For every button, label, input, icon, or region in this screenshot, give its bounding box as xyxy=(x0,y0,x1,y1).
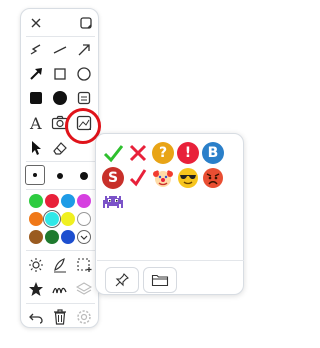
maximize-icon[interactable] xyxy=(75,12,97,34)
color-swatch-cyan[interactable] xyxy=(43,210,61,228)
undo-icon[interactable] xyxy=(25,306,47,328)
color-swatch-white[interactable] xyxy=(77,212,91,226)
filled-ellipse-icon[interactable] xyxy=(49,87,71,109)
line-icon[interactable] xyxy=(49,39,71,61)
text-icon[interactable]: A xyxy=(25,112,47,134)
stamp-clown[interactable] xyxy=(152,167,174,189)
pin-button[interactable] xyxy=(105,267,139,293)
arrow-icon[interactable] xyxy=(73,39,95,61)
color-swatch-orange[interactable] xyxy=(29,212,43,226)
stamp-red-cross[interactable] xyxy=(127,142,149,164)
stamp-exclamation[interactable]: ! xyxy=(177,142,199,164)
stamp-green-check[interactable] xyxy=(102,142,124,164)
filled-rectangle-icon[interactable] xyxy=(25,87,47,109)
filled-arrow-icon[interactable] xyxy=(25,63,47,85)
stamp-alien-monster[interactable] xyxy=(102,191,124,213)
stamp-question[interactable]: ? xyxy=(152,142,174,164)
size-large-option[interactable] xyxy=(73,165,95,187)
stamp-panel: ? ! B S xyxy=(95,133,244,295)
color-swatch-yellow[interactable] xyxy=(61,212,75,226)
star-icon[interactable] xyxy=(25,278,47,300)
rectangle-icon[interactable] xyxy=(49,63,71,85)
drawing-toolbar: A xyxy=(20,8,99,328)
stamp-red-check[interactable] xyxy=(127,167,149,189)
svg-text:A: A xyxy=(29,114,42,132)
color-swatch-magenta[interactable] xyxy=(77,194,91,208)
color-swatch-red[interactable] xyxy=(45,194,59,208)
panel-divider xyxy=(97,260,244,261)
trash-icon[interactable] xyxy=(49,306,71,328)
brush-icon[interactable] xyxy=(49,278,71,300)
folder-button[interactable] xyxy=(143,267,177,293)
close-icon[interactable] xyxy=(25,12,47,34)
ellipse-icon[interactable] xyxy=(73,63,95,85)
color-swatch-blue[interactable] xyxy=(61,194,75,208)
highlighter-icon[interactable] xyxy=(25,254,47,276)
stamp-angry[interactable] xyxy=(202,167,224,189)
folder-icon xyxy=(151,274,169,287)
layers-icon xyxy=(73,278,95,300)
pen-icon[interactable] xyxy=(49,254,71,276)
color-swatch-brown[interactable] xyxy=(29,230,43,244)
stamp-b-badge[interactable]: B xyxy=(202,142,224,164)
pointer-icon[interactable] xyxy=(25,137,47,159)
stamp-sunglasses[interactable] xyxy=(177,167,199,189)
freehand-icon[interactable] xyxy=(25,39,47,61)
size-medium-option[interactable] xyxy=(49,165,71,187)
stamp-s-badge[interactable]: S xyxy=(102,167,124,189)
size-small-option[interactable] xyxy=(25,165,45,185)
select-icon[interactable] xyxy=(73,254,95,276)
settings-icon xyxy=(73,306,95,328)
color-more-button[interactable] xyxy=(75,228,93,246)
color-swatch-dark-green[interactable] xyxy=(45,230,59,244)
color-swatch-green[interactable] xyxy=(29,194,43,208)
color-swatch-dark-blue[interactable] xyxy=(61,230,75,244)
pin-icon xyxy=(115,273,129,287)
eraser-icon[interactable] xyxy=(49,137,71,159)
text-box-icon[interactable] xyxy=(73,87,95,109)
